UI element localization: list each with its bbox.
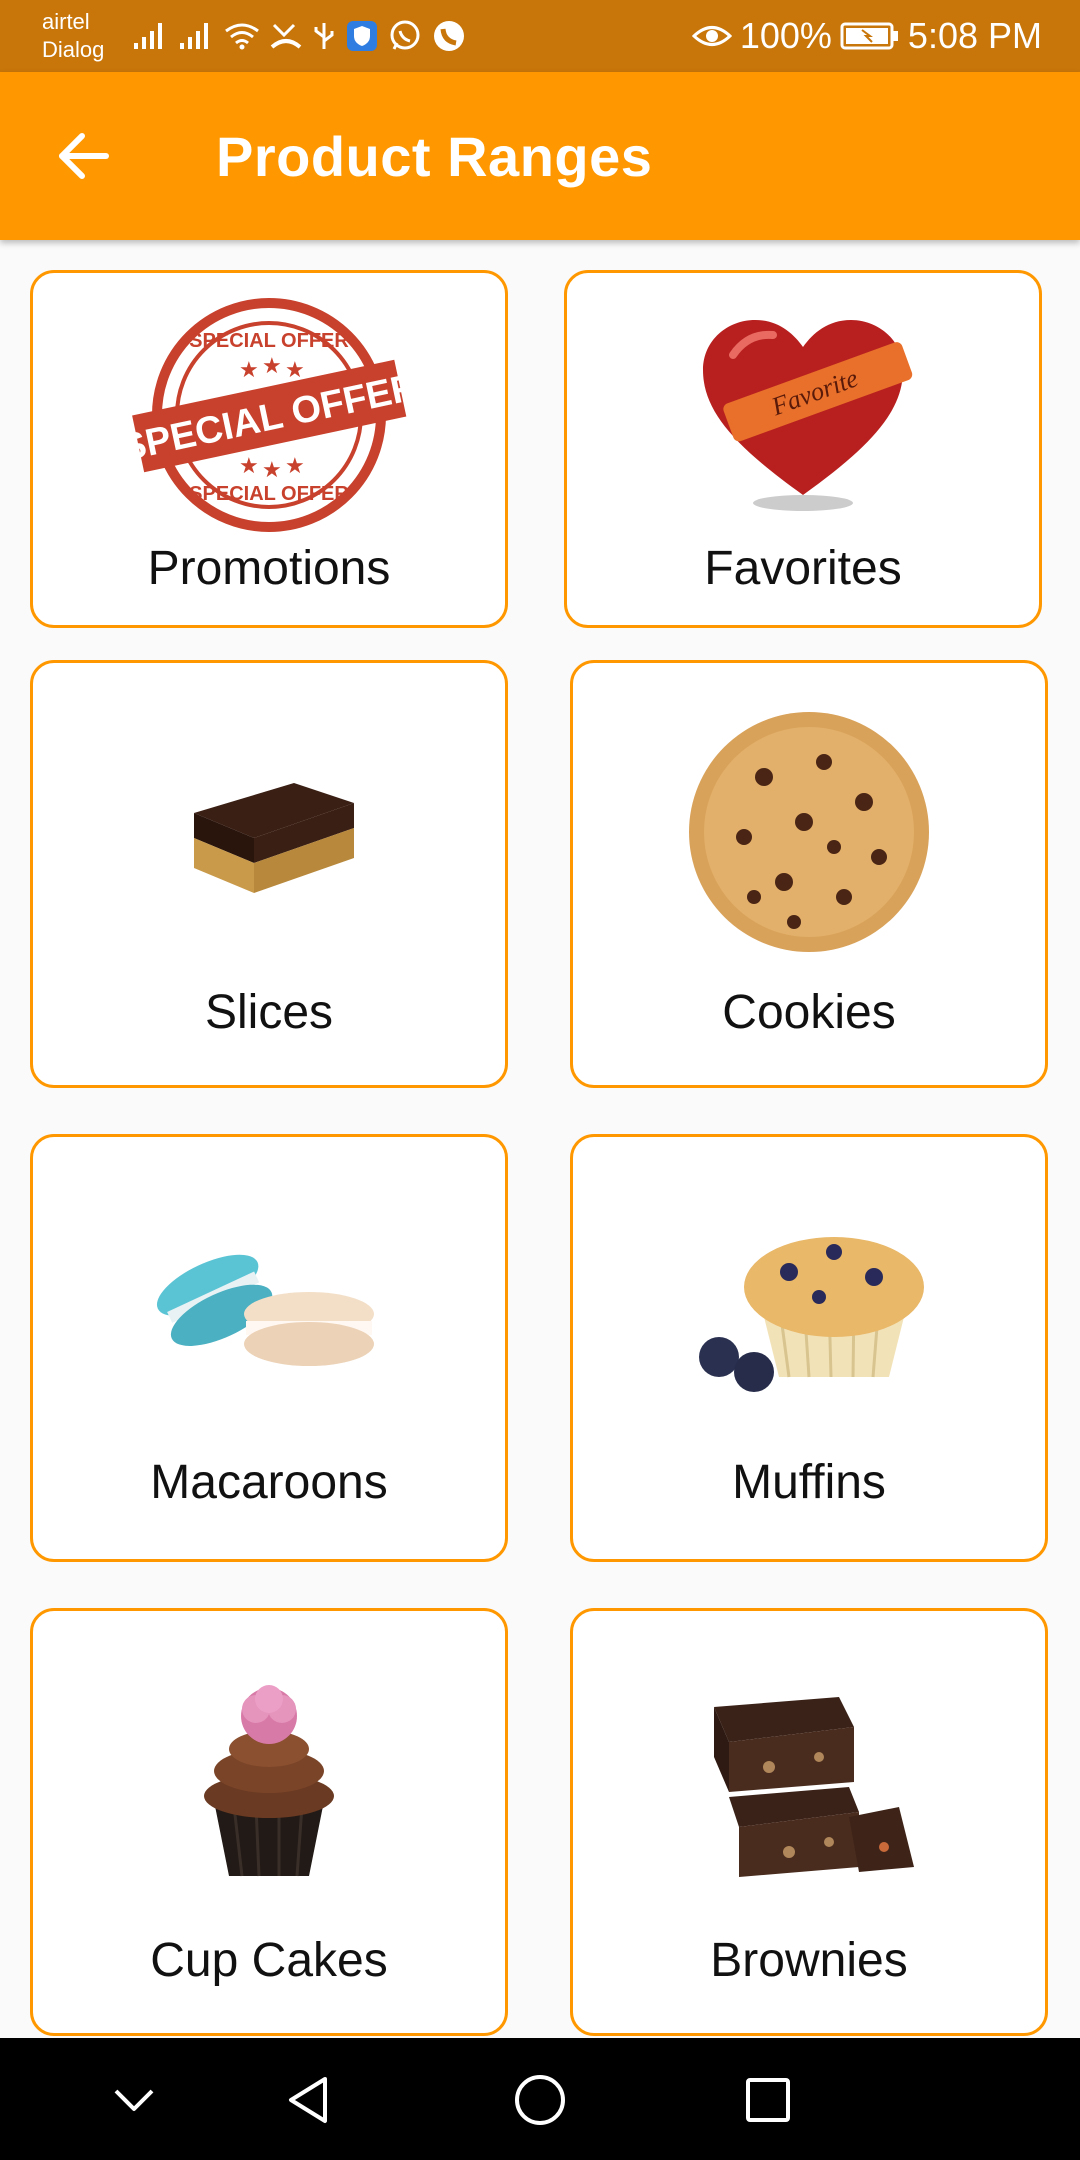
card-brownies[interactable]: Brownies <box>570 1608 1048 2036</box>
carrier-line-1: airtel <box>42 9 90 34</box>
favorite-heart-image: Favorite <box>693 315 913 515</box>
svg-text:★: ★ <box>239 453 259 478</box>
svg-text:SPECIAL OFFER: SPECIAL OFFER <box>189 330 349 352</box>
nav-hide-button[interactable] <box>102 2068 166 2132</box>
card-label: Macaroons <box>150 1456 388 1509</box>
nav-recents-button[interactable] <box>736 2068 800 2132</box>
signal-icon <box>180 23 208 49</box>
brownies-image <box>699 1687 919 1887</box>
wifi-icon <box>225 23 259 50</box>
battery-percent: 100% <box>739 15 832 56</box>
shield-icon <box>347 21 377 51</box>
carrier-name: airtel Dialog <box>42 8 104 64</box>
missed-call-icon <box>270 23 302 49</box>
eye-icon <box>691 26 732 46</box>
blueberry-muffin-image <box>689 1217 929 1397</box>
svg-text:★: ★ <box>239 357 259 382</box>
svg-text:SPECIAL OFFER: SPECIAL OFFER <box>189 483 349 505</box>
status-bar: airtel Dialog 100% 5:08 PM <box>0 0 1080 72</box>
recents-square-icon <box>746 2078 790 2122</box>
app-bar: Product Ranges <box>0 72 1080 240</box>
card-muffins[interactable]: Muffins <box>570 1134 1048 1562</box>
card-label: Slices <box>204 986 334 1039</box>
nav-home-button[interactable] <box>508 2068 572 2132</box>
card-label: Cup Cakes <box>150 1934 388 1987</box>
page-title: Product Ranges <box>216 125 653 188</box>
status-icons <box>132 14 466 58</box>
svg-text:SPECIAL OFFER: SPECIAL OFFER <box>129 366 409 470</box>
card-macaroons[interactable]: Macaroons <box>30 1134 508 1562</box>
status-right: 100% 5:08 PM <box>691 12 1042 60</box>
card-label: Brownies <box>710 1934 908 1987</box>
cupcake-image <box>184 1671 354 1881</box>
card-promotions[interactable]: SPECIAL OFFER SPECIAL OFFER ★ ★ ★ ★ ★ ★ SPEC… <box>30 270 508 628</box>
card-cup-cakes[interactable]: Cup Cakes <box>30 1608 508 2036</box>
slice-cake-image <box>174 743 364 913</box>
chocolate-chip-cookie-image <box>684 707 934 957</box>
card-label: Favorites <box>704 542 902 595</box>
battery-icon <box>840 22 898 50</box>
home-circle-icon <box>515 2075 565 2125</box>
card-slices[interactable]: Slices <box>30 660 508 1088</box>
arrow-left-icon <box>59 133 109 179</box>
nav-back-button[interactable] <box>276 2068 340 2132</box>
chevron-down-icon <box>114 2089 154 2111</box>
system-nav-bar <box>0 2038 1080 2160</box>
back-button[interactable] <box>50 122 118 190</box>
usb-icon <box>314 23 334 49</box>
svg-text:★: ★ <box>262 457 282 482</box>
card-cookies[interactable]: Cookies <box>570 660 1048 1088</box>
card-label: Muffins <box>732 1456 886 1509</box>
carrier-line-2: Dialog <box>42 37 105 62</box>
card-label: Cookies <box>722 986 896 1039</box>
special-offer-stamp-image: SPECIAL OFFER SPECIAL OFFER ★ ★ ★ ★ ★ ★ SPEC… <box>129 295 409 535</box>
back-triangle-icon <box>289 2077 327 2123</box>
svg-text:★: ★ <box>285 453 305 478</box>
card-favorites[interactable]: Favorite Favorites <box>564 270 1042 628</box>
svg-text:★: ★ <box>285 357 305 382</box>
macaroons-image <box>154 1229 384 1389</box>
card-label: Promotions <box>147 542 391 595</box>
clock: 5:08 PM <box>907 15 1042 56</box>
signal-icon <box>134 23 162 49</box>
svg-text:★: ★ <box>262 353 282 378</box>
phone-icon <box>434 21 464 51</box>
whatsapp-icon <box>390 20 420 50</box>
